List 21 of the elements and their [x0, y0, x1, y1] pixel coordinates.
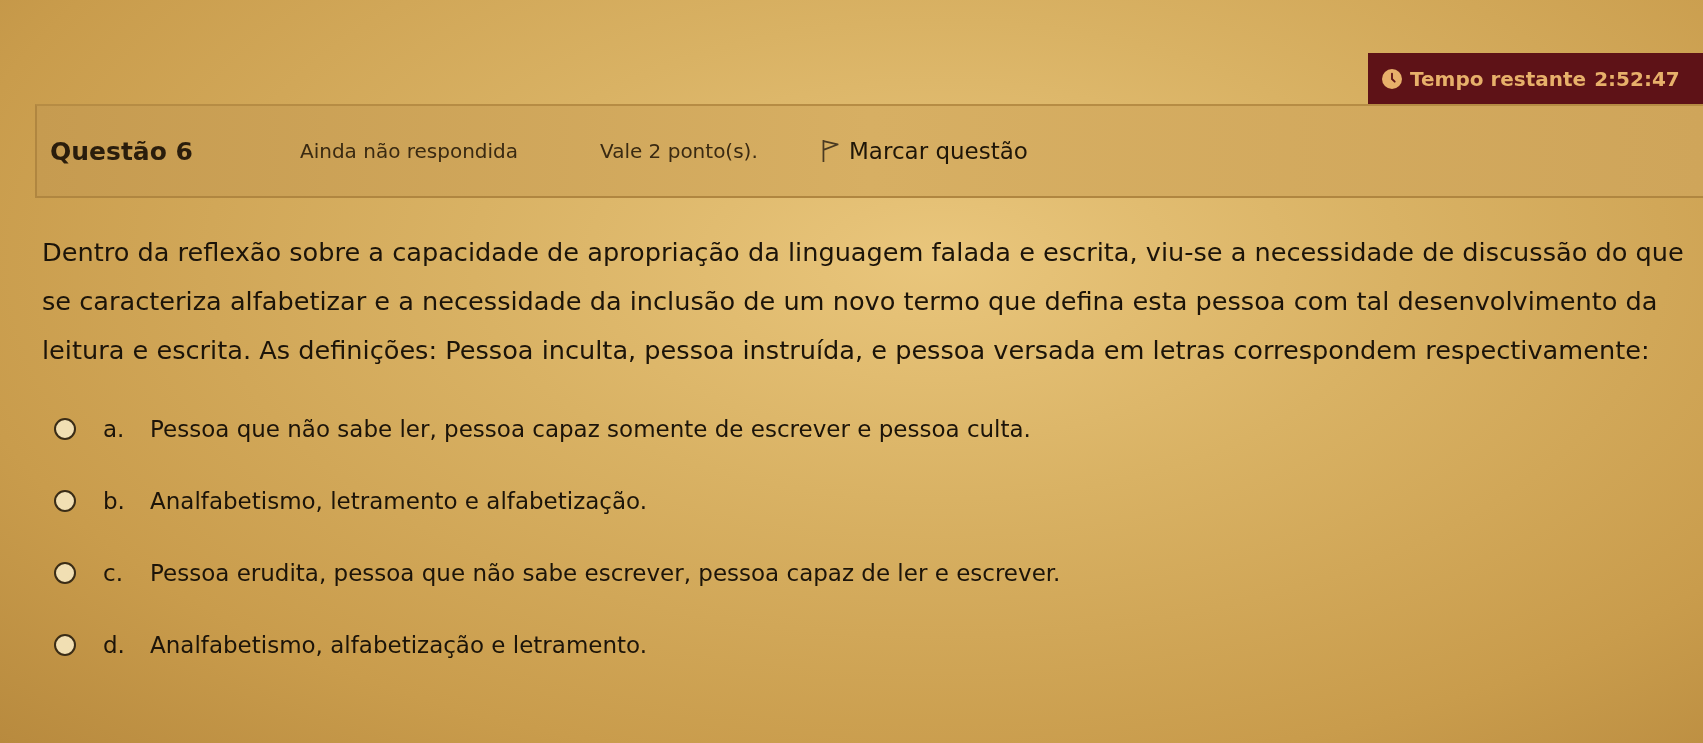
option-letter: d.: [103, 632, 126, 658]
option-text[interactable]: Pessoa que não sabe ler, pessoa capaz somente de escrever e pessoa culta.: [150, 416, 1031, 442]
radio-icon[interactable]: [54, 634, 76, 656]
radio-icon[interactable]: [54, 490, 76, 512]
option-text[interactable]: Analfabetismo, alfabetização e letramento.: [150, 632, 648, 658]
timer-value: 2:52:47: [1594, 66, 1680, 91]
flag-question-link[interactable]: Marcar questão: [821, 138, 1028, 164]
question-status: Ainda não respondida: [300, 139, 520, 163]
option-letter: a.: [103, 416, 126, 442]
option-text[interactable]: Pessoa erudita, pessoa que não sabe escrever, pessoa capaz de ler e escrever.: [150, 560, 1061, 586]
question-title: Questão 6: [50, 136, 194, 166]
option-text[interactable]: Analfabetismo, letramento e alfabetização.: [150, 488, 648, 514]
option-letter: b.: [103, 488, 126, 514]
question-points: Vale 2 ponto(s).: [600, 139, 759, 163]
question-text: Dentro da reflexão sobre a capacidade de apropriação da linguagem falada e escrita, viu-se a necessidade de discussão do que se caracteriza alfabetizar e a necessidade da inclusão de um novo termo que defina esta pessoa com tal desenvolvimento da leitura e escrita. As definições: Pessoa inculta, pessoa instruída, e pessoa versada em letras correspondem respectivamente:: [42, 236, 1685, 367]
radio-icon[interactable]: [54, 418, 76, 440]
clock-icon: [1382, 68, 1402, 89]
timer-label: Tempo restante: [1410, 66, 1587, 91]
flag-icon: [821, 139, 839, 163]
radio-icon[interactable]: [54, 562, 76, 584]
option-letter: c.: [103, 560, 124, 586]
